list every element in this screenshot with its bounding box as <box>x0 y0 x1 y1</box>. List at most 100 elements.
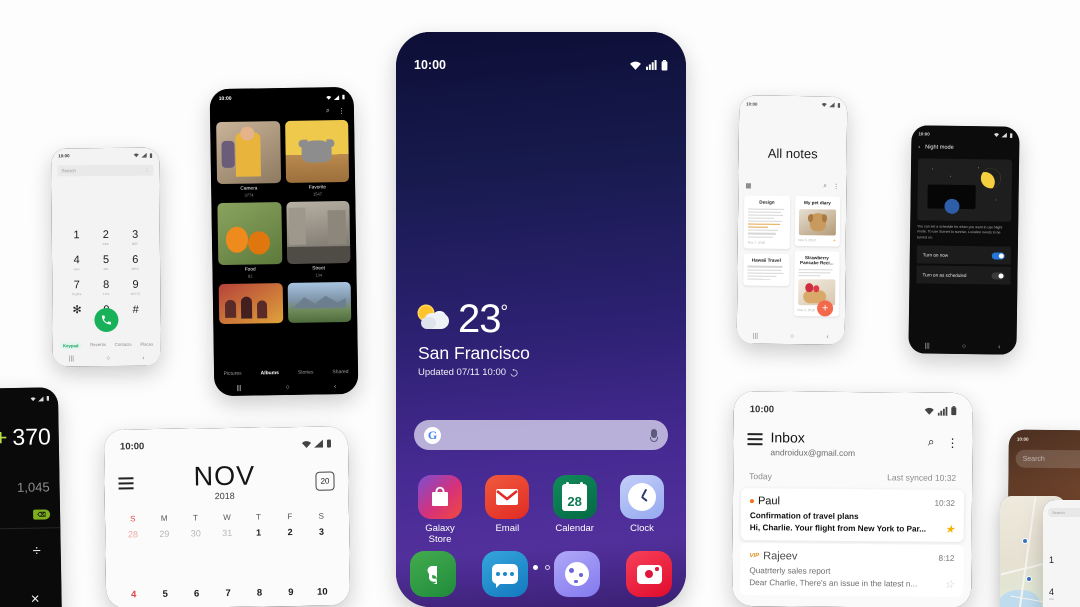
album-extra-1[interactable] <box>218 283 283 325</box>
multiply-button[interactable]: × <box>31 591 40 607</box>
key-7[interactable]: 7 PQRS <box>62 279 91 296</box>
note-star-icon[interactable]: ★ <box>833 238 836 242</box>
dock-phone-icon[interactable] <box>410 551 456 597</box>
calendar-day[interactable]: 9 <box>275 587 307 598</box>
calendar-day[interactable]: 8 <box>244 587 276 599</box>
tab-contacts[interactable]: Contacts <box>115 341 132 348</box>
note-card-design[interactable]: Design Nov 7, 2018 <box>743 195 790 249</box>
calendar-day[interactable]: 5 <box>149 589 181 600</box>
tab-places[interactable]: Places <box>140 341 153 348</box>
back-icon[interactable]: ‹ <box>142 355 144 362</box>
divide-button[interactable]: ÷ <box>32 543 41 560</box>
dialer-search-input[interactable]: Search ⋮ <box>57 164 154 177</box>
calendar-day[interactable]: 6 <box>181 588 213 599</box>
email-row-rajeev[interactable]: VIP Rajeev 8:12 Quatrterly sales report D… <box>740 543 964 597</box>
calendar-day[interactable]: 3 <box>306 526 338 537</box>
back-icon[interactable]: ‹ <box>334 383 336 390</box>
app-clock[interactable]: Clock <box>612 475 672 546</box>
key-4[interactable]: 4 GHI <box>62 254 91 271</box>
email-row-paul[interactable]: Paul 10:32 Confirmation of travel plans … <box>740 488 965 542</box>
key-star[interactable]: ✻ <box>62 304 91 321</box>
key-6[interactable]: 6 MNO <box>121 254 150 271</box>
search-icon[interactable]: ⌕ <box>928 435 935 450</box>
key-hash[interactable]: # <box>121 304 150 321</box>
calendar-day[interactable]: 31 <box>211 528 243 538</box>
note-card-pet-diary[interactable]: My pet diary Nov 5, 2018 ★ <box>794 196 841 247</box>
search-input[interactable]: Search <box>1048 508 1080 517</box>
search-icon[interactable]: ⌕ <box>823 182 827 190</box>
microphone-icon[interactable] <box>650 428 658 442</box>
back-icon[interactable]: ‹ <box>998 343 1000 350</box>
today-badge[interactable]: 20 <box>315 470 335 491</box>
key-2[interactable]: 2 ABC <box>91 229 120 246</box>
tab-pictures[interactable]: Pictures <box>224 371 242 377</box>
back-icon[interactable]: ‹ <box>826 333 828 340</box>
key-9[interactable]: 9 WXYZ <box>121 279 150 296</box>
calendar-day[interactable]: 10 <box>307 586 339 598</box>
toggle-turn-on-now[interactable] <box>991 251 1005 260</box>
home-icon[interactable]: ○ <box>790 333 794 340</box>
app-calendar[interactable]: 28 Calendar <box>545 475 605 546</box>
recents-icon[interactable]: ||| <box>753 333 758 340</box>
more-options-icon[interactable]: ⋮ <box>338 107 345 115</box>
tab-shared[interactable]: Shared <box>332 369 348 375</box>
key-8[interactable]: 8 TUV <box>91 279 120 296</box>
hamburger-menu-icon[interactable] <box>118 477 134 490</box>
map-marker[interactable] <box>1022 538 1028 544</box>
recents-icon[interactable]: ||| <box>236 385 241 392</box>
recents-icon[interactable]: ||| <box>69 355 74 362</box>
call-button[interactable] <box>94 307 119 333</box>
calculator-status-bar <box>0 394 49 403</box>
back-arrow-icon[interactable]: ‹ <box>918 144 920 150</box>
star-icon[interactable]: ☆ <box>944 578 954 591</box>
key-5[interactable]: 5 JKL <box>91 254 120 271</box>
key-3[interactable]: 3 DEF <box>120 229 149 246</box>
map-marker[interactable] <box>1026 576 1032 582</box>
search-icon[interactable]: ⌕ <box>326 107 330 115</box>
calendar-day[interactable]: 30 <box>180 528 212 538</box>
album-favorite[interactable]: Favorite 1547 <box>284 119 350 197</box>
star-icon[interactable]: ★ <box>945 523 955 536</box>
app-email[interactable]: Email <box>477 475 537 546</box>
weather-widget[interactable]: 23 ° San Francisco Updated 07/11 10:00 <box>418 299 530 378</box>
tab-stories[interactable]: Stories <box>298 370 314 376</box>
album-camera[interactable]: Camera 3774 <box>216 121 281 198</box>
toggle-turn-on-as-scheduled[interactable] <box>991 271 1005 280</box>
dock-messages-icon[interactable] <box>482 551 528 597</box>
album-street[interactable]: Street 134 <box>285 200 351 278</box>
home-icon[interactable]: ○ <box>106 355 110 362</box>
more-options-icon[interactable]: ⋮ <box>145 167 150 173</box>
hamburger-menu-icon[interactable] <box>747 433 763 448</box>
calendar-day[interactable]: 1 <box>243 527 275 538</box>
more-options-icon[interactable]: ⋮ <box>946 435 958 449</box>
tab-albums[interactable]: Albums <box>261 370 279 376</box>
calendar-day[interactable]: 7 <box>212 588 244 599</box>
calendar-day[interactable]: 4 <box>118 589 150 600</box>
more-options-icon[interactable]: ⋮ <box>833 182 840 190</box>
note-card-hawaii-travel[interactable]: Hawaii Travel <box>743 253 790 286</box>
key-1[interactable]: 1 <box>1049 555 1080 565</box>
dock-contacts-icon[interactable] <box>554 551 600 597</box>
backspace-icon[interactable]: ⌫ <box>33 509 51 520</box>
home-icon[interactable]: ○ <box>286 384 290 391</box>
calendar-day[interactable]: 28 <box>117 529 149 539</box>
album-extra-2[interactable] <box>287 281 352 323</box>
setting-turn-on-now[interactable]: Turn on now <box>916 245 1011 265</box>
tab-recents[interactable]: Recents <box>90 342 106 349</box>
google-search-bar[interactable]: G <box>414 420 668 450</box>
tab-keypad[interactable]: Keypad <box>59 341 82 350</box>
app-galaxy-store[interactable]: Galaxy Store <box>410 475 470 546</box>
recents-icon[interactable]: ||| <box>925 342 930 349</box>
key-4[interactable]: 4 GHI <box>1049 587 1080 601</box>
grid-view-icon[interactable]: ▦ <box>745 181 751 189</box>
search-input[interactable]: Search <box>1015 449 1080 469</box>
key-1[interactable]: 1 <box>62 229 91 246</box>
home-icon[interactable]: ○ <box>962 343 966 350</box>
setting-turn-on-as-scheduled[interactable]: Turn on as scheduled <box>916 265 1011 285</box>
calendar-day[interactable]: 2 <box>274 527 306 537</box>
dock-camera-icon[interactable] <box>626 551 672 597</box>
add-note-icon[interactable]: + <box>816 300 834 317</box>
refresh-icon[interactable] <box>510 368 518 377</box>
calendar-day[interactable]: 29 <box>149 529 181 539</box>
album-food[interactable]: Food 82 <box>217 202 282 279</box>
